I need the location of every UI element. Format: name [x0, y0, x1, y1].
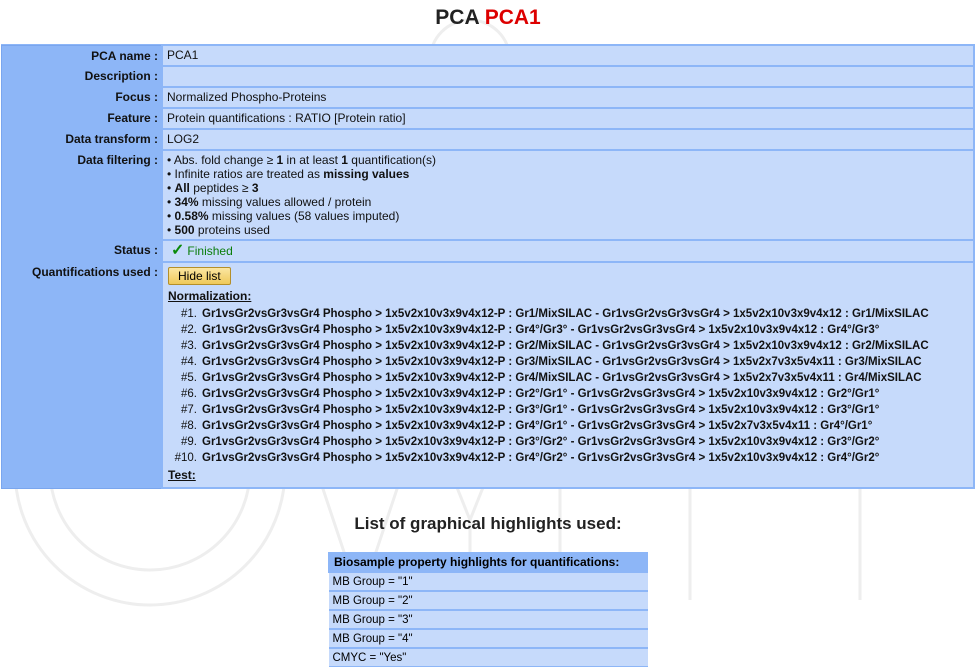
value-description [161, 65, 975, 88]
quantification-number: #8. [181, 420, 197, 432]
quantification-item: #3. Gr1vsGr2vsGr3vsGr4 Phospho > 1x5v2x10… [167, 338, 969, 354]
filter-infinite-ratios: • Infinite ratios are treated as missing… [167, 167, 410, 181]
quantification-number: #1. [181, 308, 197, 320]
quantification-text: Gr1vsGr2vsGr3vsGr4 Phospho > 1x5v2x10v3x… [202, 452, 880, 464]
label-data-transform: Data transform : [1, 129, 162, 150]
quantification-number: #4. [181, 356, 197, 368]
label-status: Status : [1, 240, 162, 262]
quantification-number: #5. [181, 372, 197, 384]
pca-info-table: PCA name : PCA1 Description : Focus : No… [1, 44, 975, 489]
quantification-text: Gr1vsGr2vsGr3vsGr4 Phospho > 1x5v2x10v3x… [202, 372, 922, 384]
page-title: PCA PCA1 [0, 0, 976, 36]
row-data-filtering: Data filtering : • Abs. fold change ≥ 1 … [1, 149, 975, 241]
highlight-row: MB Group = "1" [328, 571, 648, 592]
label-description: Description : [1, 66, 162, 87]
quantification-item: #7. Gr1vsGr2vsGr3vsGr4 Phospho > 1x5v2x10… [167, 402, 969, 418]
hide-list-button[interactable]: Hide list [168, 267, 231, 285]
highlight-row: CMYC = "Yes" [328, 647, 648, 667]
quantification-text: Gr1vsGr2vsGr3vsGr4 Phospho > 1x5v2x10v3x… [202, 308, 929, 320]
quantification-number: #2. [181, 324, 197, 336]
value-quantifications: Hide list Normalization: #1. Gr1vsGr2vsGr… [161, 261, 975, 489]
label-focus: Focus : [1, 87, 162, 108]
value-pca-name: PCA1 [161, 44, 975, 67]
filter-missing-allowed: • 34% missing values allowed / protein [167, 195, 372, 209]
value-feature: Protein quantifications : RATIO [Protein… [161, 107, 975, 130]
quantification-text: Gr1vsGr2vsGr3vsGr4 Phospho > 1x5v2x10v3x… [202, 340, 929, 352]
pca-title-name: PCA1 [484, 6, 541, 29]
filter-proteins-used: • 500 proteins used [167, 223, 270, 237]
highlight-value: CMYC = "Yes" [328, 647, 648, 667]
quantification-number: #7. [181, 404, 197, 416]
checkmark-icon: ✓ [171, 242, 185, 259]
filter-peptides: • All peptides ≥ 3 [167, 181, 259, 195]
row-description: Description : [1, 65, 975, 88]
value-focus: Normalized Phospho-Proteins [161, 86, 975, 109]
highlights-table: Biosample property highlights for quanti… [328, 552, 648, 667]
highlight-value: MB Group = "1" [328, 571, 648, 592]
row-status: Status : ✓ Finished [1, 239, 975, 263]
quantification-item: #5. Gr1vsGr2vsGr3vsGr4 Phospho > 1x5v2x10… [167, 370, 969, 386]
highlight-row: MB Group = "4" [328, 628, 648, 649]
quantification-text: Gr1vsGr2vsGr3vsGr4 Phospho > 1x5v2x10v3x… [202, 388, 880, 400]
quantification-item: #10. Gr1vsGr2vsGr3vsGr4 Phospho > 1x5v2x1… [167, 450, 969, 466]
status-text: Finished [187, 244, 233, 258]
row-feature: Feature : Protein quantifications : RATI… [1, 107, 975, 130]
label-pca-name: PCA name : [1, 45, 162, 66]
row-quantifications: Quantifications used : Hide list Normali… [1, 261, 975, 489]
quantification-text: Gr1vsGr2vsGr3vsGr4 Phospho > 1x5v2x10v3x… [202, 436, 880, 448]
normalization-heading: Normalization: [168, 289, 252, 303]
highlight-value: MB Group = "2" [328, 590, 648, 611]
quantification-item: #8. Gr1vsGr2vsGr3vsGr4 Phospho > 1x5v2x10… [167, 418, 969, 434]
quantification-item: #2. Gr1vsGr2vsGr3vsGr4 Phospho > 1x5v2x10… [167, 322, 969, 338]
filter-missing-imputed: • 0.58% missing values (58 values impute… [167, 209, 400, 223]
quantification-text: Gr1vsGr2vsGr3vsGr4 Phospho > 1x5v2x10v3x… [202, 420, 873, 432]
quantification-number: #3. [181, 340, 197, 352]
filter-fold-change: • Abs. fold change ≥ 1 in at least 1 qua… [167, 153, 436, 167]
quantification-number: #6. [181, 388, 197, 400]
highlights-header: Biosample property highlights for quanti… [328, 552, 648, 573]
quantification-item: #9. Gr1vsGr2vsGr3vsGr4 Phospho > 1x5v2x10… [167, 434, 969, 450]
value-status: ✓ Finished [161, 239, 975, 263]
value-data-transform: LOG2 [161, 128, 975, 151]
quantification-number: #9. [181, 436, 197, 448]
quantification-text: Gr1vsGr2vsGr3vsGr4 Phospho > 1x5v2x10v3x… [202, 324, 880, 336]
row-focus: Focus : Normalized Phospho-Proteins [1, 86, 975, 109]
label-quantifications: Quantifications used : [1, 262, 162, 488]
quantification-number: #10. [174, 452, 197, 464]
title-prefix: PCA [435, 6, 479, 29]
label-data-filtering: Data filtering : [1, 150, 162, 240]
test-heading: Test: [168, 468, 196, 482]
quantification-item: #1. Gr1vsGr2vsGr3vsGr4 Phospho > 1x5v2x10… [167, 306, 969, 322]
quantification-text: Gr1vsGr2vsGr3vsGr4 Phospho > 1x5v2x10v3x… [202, 356, 922, 368]
highlights-title: List of graphical highlights used: [354, 514, 622, 533]
value-data-filtering: • Abs. fold change ≥ 1 in at least 1 qua… [161, 149, 975, 241]
quantification-text: Gr1vsGr2vsGr3vsGr4 Phospho > 1x5v2x10v3x… [202, 404, 880, 416]
quantification-item: #6. Gr1vsGr2vsGr3vsGr4 Phospho > 1x5v2x10… [167, 386, 969, 402]
highlight-value: MB Group = "3" [328, 609, 648, 630]
highlight-row: MB Group = "2" [328, 590, 648, 611]
highlight-value: MB Group = "4" [328, 628, 648, 649]
label-feature: Feature : [1, 108, 162, 129]
row-pca-name: PCA name : PCA1 [1, 44, 975, 67]
row-data-transform: Data transform : LOG2 [1, 128, 975, 151]
quantification-item: #4. Gr1vsGr2vsGr3vsGr4 Phospho > 1x5v2x10… [167, 354, 969, 370]
quantification-list: #1. Gr1vsGr2vsGr3vsGr4 Phospho > 1x5v2x10… [167, 306, 969, 466]
highlight-row: MB Group = "3" [328, 609, 648, 630]
